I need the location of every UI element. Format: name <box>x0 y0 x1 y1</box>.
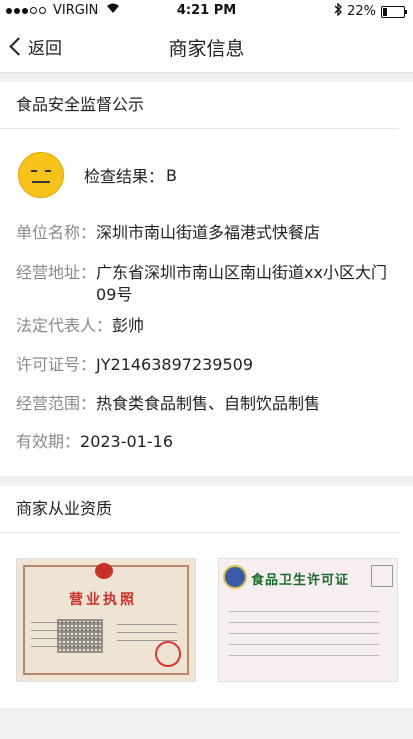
navigation-bar: 返回 商家信息 <box>0 22 413 73</box>
validity-row: 有效期： 2023-01-16 <box>16 431 396 453</box>
battery-percent: 22% <box>347 4 376 19</box>
field-value: 彭帅 <box>112 316 145 335</box>
result-value: B <box>166 165 177 185</box>
inspection-result: 检查结果： B <box>18 152 177 198</box>
national-emblem-icon <box>95 563 113 579</box>
field-key: 有效期： <box>16 432 81 451</box>
field-key: 经营范围： <box>16 394 97 413</box>
field-value: 深圳市南山街道多福港式快餐店 <box>96 223 321 242</box>
neutral-face-icon <box>18 152 64 198</box>
field-value: 广东省深圳市南山区南山街道xx小区大门09号 <box>96 263 387 304</box>
legal-rep-row: 法定代表人： 彭帅 <box>16 315 396 337</box>
status-bar: VIRGIN 4:21 PM 22% <box>0 0 413 22</box>
food-permit-title: 食品卫生许可证 <box>251 573 350 588</box>
field-key: 单位名称： <box>16 223 97 242</box>
business-license-image[interactable]: 营业执照 <box>16 558 196 682</box>
field-value: JY21463897239509 <box>96 355 254 374</box>
field-key: 经营地址： <box>16 263 97 282</box>
battery-icon <box>381 5 407 18</box>
business-license-title: 营业执照 <box>69 592 137 608</box>
qr-code-icon <box>57 619 103 653</box>
food-safety-card: 食品安全监督公示 检查结果： B 单位名称： 深圳市南山街道多福港式快餐店 经营… <box>0 82 413 476</box>
field-key: 法定代表人： <box>16 316 113 335</box>
bluetooth-icon <box>334 2 343 20</box>
result-label: 检查结果： <box>84 167 165 186</box>
food-safety-section-title: 食品安全监督公示 <box>0 82 399 129</box>
address-row: 经营地址： 广东省深圳市南山区南山街道xx小区大门09号 <box>16 262 396 306</box>
stamp-box-icon <box>371 565 393 587</box>
field-value: 2023-01-16 <box>80 432 173 451</box>
health-emblem-icon <box>223 565 247 589</box>
qualifications-card: 商家从业资质 营业执照 食品卫生许可证 <box>0 486 413 708</box>
license-number-row: 许可证号： JY21463897239509 <box>16 354 396 376</box>
food-permit-image[interactable]: 食品卫生许可证 <box>218 558 398 682</box>
field-value: 热食类食品制售、自制饮品制售 <box>96 394 321 413</box>
seal-icon <box>155 641 181 667</box>
qualifications-section-title: 商家从业资质 <box>0 486 399 533</box>
business-scope-row: 经营范围： 热食类食品制售、自制饮品制售 <box>16 393 396 415</box>
field-key: 许可证号： <box>16 355 97 374</box>
business-name-row: 单位名称： 深圳市南山街道多福港式快餐店 <box>16 222 396 244</box>
page-title: 商家信息 <box>168 38 245 60</box>
